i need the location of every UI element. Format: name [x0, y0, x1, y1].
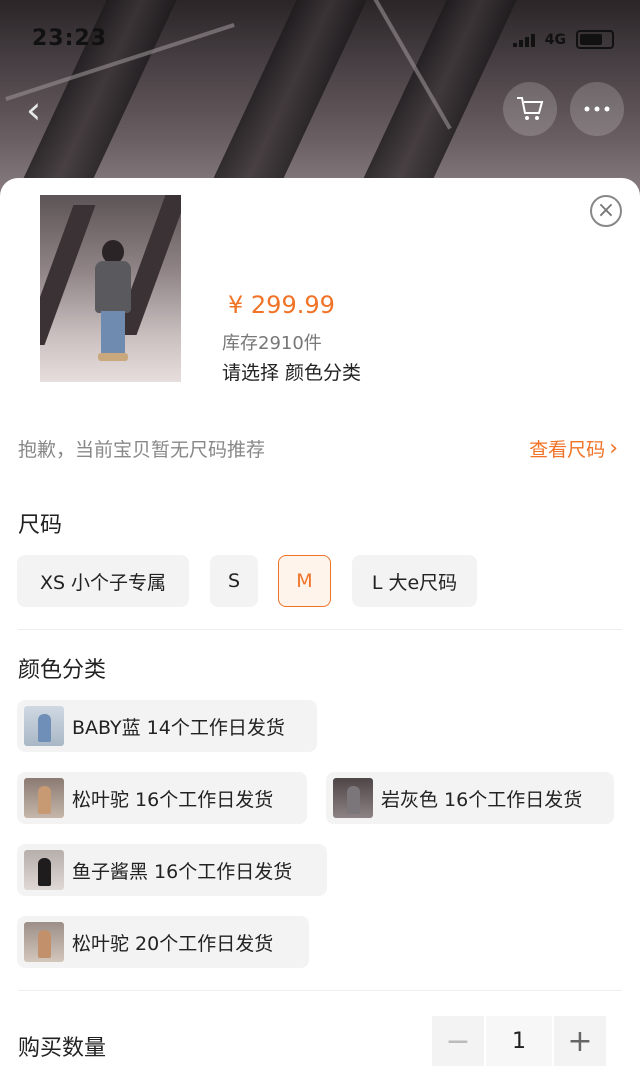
divider — [18, 990, 622, 991]
more-button[interactable] — [570, 82, 624, 136]
stock-count: 库存2910件 — [222, 333, 322, 354]
size-option-label: S — [227, 570, 241, 592]
quantity-label: 购买数量 — [18, 1036, 107, 1061]
view-size-chart-link[interactable]: 查看尺码 › — [529, 435, 618, 462]
close-icon: × — [596, 198, 616, 223]
cart-button[interactable] — [503, 82, 557, 136]
color-option-rock-gray[interactable]: 岩灰色 16个工作日发货 — [326, 772, 614, 824]
decrease-quantity-button[interactable]: − — [432, 1016, 484, 1066]
back-chevron-icon[interactable]: ‹ — [26, 88, 41, 132]
color-thumbnail — [24, 850, 64, 890]
product-price: ¥ 299.99 — [228, 291, 335, 319]
quantity-stepper: − 1 + — [432, 1016, 606, 1066]
color-option-camel-16[interactable]: 松叶驼 16个工作日发货 — [17, 772, 307, 824]
color-option-label: 岩灰色 16个工作日发货 — [381, 788, 583, 811]
color-option-label: 鱼子酱黑 16个工作日发货 — [72, 860, 293, 883]
color-option-caviar-black[interactable]: 鱼子酱黑 16个工作日发货 — [17, 844, 327, 896]
size-section-title: 尺码 — [18, 513, 63, 538]
more-dots-icon — [584, 106, 610, 112]
color-option-label: 松叶驼 20个工作日发货 — [72, 932, 274, 955]
chevron-right-icon: › — [609, 435, 618, 461]
size-option-s[interactable]: S — [210, 555, 258, 607]
increase-quantity-button[interactable]: + — [554, 1016, 606, 1066]
size-option-xs[interactable]: XS 小个子专属 — [17, 555, 189, 607]
size-recommendation-note: 抱歉，当前宝贝暂无尺码推荐 — [18, 439, 266, 461]
divider — [18, 629, 622, 630]
size-option-label: L 大e尺码 — [371, 571, 458, 594]
selection-prompt: 请选择 颜色分类 — [222, 362, 362, 384]
signal-icon — [512, 33, 535, 47]
size-option-l[interactable]: L 大e尺码 — [352, 555, 477, 607]
quantity-value[interactable]: 1 — [486, 1016, 552, 1066]
size-option-m[interactable]: M — [278, 555, 331, 607]
view-size-chart-label: 查看尺码 — [529, 439, 606, 461]
size-option-label: XS 小个子专属 — [39, 571, 167, 594]
color-section-title: 颜色分类 — [18, 658, 107, 683]
battery-icon — [576, 30, 614, 49]
color-thumbnail — [24, 706, 64, 746]
color-option-label: BABY蓝 14个工作日发货 — [72, 716, 285, 739]
status-indicators: 4G — [512, 30, 614, 49]
color-option-baby-blue[interactable]: BABY蓝 14个工作日发货 — [17, 700, 317, 752]
color-thumbnail — [24, 922, 64, 962]
color-option-label: 松叶驼 16个工作日发货 — [72, 788, 274, 811]
color-option-camel-20[interactable]: 松叶驼 20个工作日发货 — [17, 916, 309, 968]
product-thumbnail[interactable] — [40, 195, 181, 382]
size-option-label: M — [296, 570, 313, 592]
color-thumbnail — [24, 778, 64, 818]
status-time: 23:23 — [32, 26, 108, 51]
network-label: 4G — [544, 31, 566, 48]
color-thumbnail — [333, 778, 373, 818]
close-button[interactable]: × — [590, 195, 622, 227]
sku-selector-sheet: × ¥ 299.99 库存2910件 请选择 颜色分类 抱歉，当前宝贝暂无尺码推… — [0, 178, 640, 1083]
cart-icon — [517, 97, 544, 120]
